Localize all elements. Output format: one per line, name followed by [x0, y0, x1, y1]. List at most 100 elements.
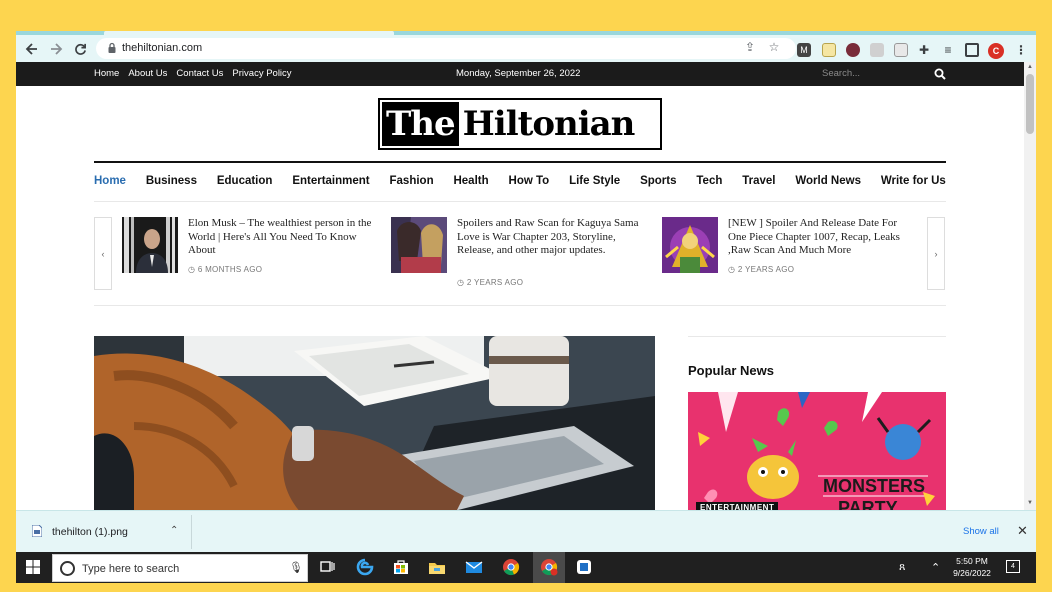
- scrollbar-thumb[interactable]: [1026, 74, 1034, 134]
- profile-avatar[interactable]: C: [988, 43, 1004, 59]
- hero-image[interactable]: [94, 336, 655, 510]
- reload-icon[interactable]: [70, 39, 90, 59]
- ticker-item[interactable]: [NEW ] Spoiler And Release Date For One …: [662, 217, 912, 292]
- extensions-puzzle-icon[interactable]: ✚: [917, 43, 931, 57]
- top-link-privacy[interactable]: Privacy Policy: [232, 68, 291, 79]
- top-link-home[interactable]: Home: [94, 68, 119, 79]
- ticker-time: ◷ 2 YEARS AGO: [457, 278, 523, 287]
- clock-time: 5:50 PM: [956, 556, 988, 566]
- ticker-prev-button[interactable]: ‹: [94, 217, 112, 290]
- popular-news-heading: Popular News: [688, 363, 774, 378]
- poster-art-text: PARTY: [838, 498, 898, 510]
- people-icon[interactable]: ጸ: [899, 561, 905, 574]
- site-top-bar: Home About Us Contact Us Privacy Policy …: [16, 62, 1024, 86]
- poster-art-text: MONSTERS: [823, 476, 925, 496]
- nav-home[interactable]: Home: [94, 175, 126, 187]
- nav-top-rule: [94, 161, 946, 163]
- nav-sports[interactable]: Sports: [640, 175, 676, 187]
- nav-business[interactable]: Business: [146, 175, 197, 187]
- url-text[interactable]: thehiltonian.com: [122, 42, 202, 54]
- cortana-circle-icon: [60, 561, 75, 576]
- ticker-item[interactable]: Elon Musk – The wealthiest person in the…: [122, 217, 372, 292]
- windows-start-icon[interactable]: [26, 560, 40, 574]
- reading-list-icon[interactable]: ≡: [941, 43, 955, 57]
- download-item[interactable]: thehilton (1).png ⌃: [24, 515, 192, 549]
- nav-bottom-rule: [94, 201, 946, 202]
- taskbar-search-placeholder[interactable]: Type here to search: [82, 563, 179, 575]
- nav-fashion[interactable]: Fashion: [390, 175, 434, 187]
- ticker-next-button[interactable]: ›: [927, 217, 945, 290]
- chevron-up-icon[interactable]: ⌃: [170, 525, 178, 536]
- page-scrollbar[interactable]: ▲ ▼: [1024, 62, 1036, 510]
- nav-write-for-us[interactable]: Write for Us: [881, 175, 946, 187]
- top-link-about[interactable]: About Us: [128, 68, 167, 79]
- nav-life-style[interactable]: Life Style: [569, 175, 620, 187]
- file-explorer-icon[interactable]: [428, 558, 446, 576]
- popular-news-image[interactable]: MONSTERS PARTY: [688, 392, 946, 510]
- nav-education[interactable]: Education: [217, 175, 273, 187]
- logo-name-text: Hiltonian: [462, 104, 636, 144]
- clock-icon: ◷: [728, 265, 736, 274]
- nav-entertainment[interactable]: Entertainment: [292, 175, 369, 187]
- browser-window: thehiltonian.com ⇪ ☆ M ✚ ≡ C ⋮ Home Abou…: [16, 31, 1036, 583]
- extension-gray-icon[interactable]: [870, 43, 884, 57]
- system-clock[interactable]: 5:50 PM 9/26/2022: [947, 555, 997, 579]
- ticker-title[interactable]: Elon Musk – The wealthiest person in the…: [188, 217, 372, 258]
- logo-the-text: The: [382, 102, 459, 146]
- search-icon[interactable]: [934, 68, 946, 80]
- edge-icon[interactable]: [356, 558, 374, 576]
- ticker-thumbnail[interactable]: [662, 217, 718, 273]
- back-arrow-icon[interactable]: [22, 39, 42, 59]
- download-file-name[interactable]: thehilton (1).png: [52, 526, 128, 538]
- browser-toolbar: thehiltonian.com ⇪ ☆ M ✚ ≡ C ⋮: [16, 35, 1036, 62]
- microsoft-store-icon[interactable]: [392, 558, 410, 576]
- ticker-thumbnail[interactable]: [391, 217, 447, 273]
- scroll-up-arrow-icon[interactable]: ▲: [1027, 64, 1033, 70]
- notification-count[interactable]: 4: [1006, 560, 1020, 573]
- clock-date: 9/26/2022: [953, 568, 991, 578]
- main-navigation: Home Business Education Entertainment Fa…: [94, 175, 946, 187]
- nav-tech[interactable]: Tech: [696, 175, 722, 187]
- ticker-item[interactable]: Spoilers and Raw Scan for Kaguya Sama Lo…: [391, 217, 641, 292]
- windows-taskbar: Type here to search 🎙 ጸ ⌃ 5:50 PM 9/26/2…: [16, 552, 1036, 583]
- current-date: Monday, September 26, 2022: [456, 68, 581, 79]
- menu-kebab-icon[interactable]: ⋮: [1014, 43, 1028, 57]
- mail-icon[interactable]: [465, 558, 483, 576]
- chevron-up-tray-icon[interactable]: ⌃: [931, 561, 940, 574]
- sidebar-rule: [688, 336, 946, 337]
- nav-travel[interactable]: Travel: [742, 175, 775, 187]
- notepad-app-icon[interactable]: [575, 558, 593, 576]
- chrome-icon[interactable]: [502, 558, 520, 576]
- nav-health[interactable]: Health: [453, 175, 488, 187]
- extension-shield-icon[interactable]: [894, 43, 908, 57]
- scroll-down-arrow-icon[interactable]: ▼: [1027, 500, 1033, 506]
- task-view-icon[interactable]: [318, 558, 336, 576]
- side-panel-icon[interactable]: [965, 43, 979, 57]
- nav-how-to[interactable]: How To: [509, 175, 550, 187]
- chevron-left-icon: ‹: [101, 248, 105, 259]
- microphone-icon[interactable]: 🎙: [289, 561, 303, 574]
- lock-icon[interactable]: [106, 42, 118, 54]
- ticker-title[interactable]: [NEW ] Spoiler And Release Date For One …: [728, 217, 912, 258]
- show-all-link[interactable]: Show all: [963, 526, 999, 537]
- site-logo[interactable]: The Hiltonian: [378, 98, 662, 150]
- extension-m-icon[interactable]: M: [797, 43, 811, 57]
- category-badge[interactable]: ENTERTAINMENT: [696, 502, 779, 510]
- top-link-contact[interactable]: Contact Us: [176, 68, 223, 79]
- extension-record-icon[interactable]: [846, 43, 860, 57]
- ticker-time: ◷ 2 YEARS AGO: [728, 265, 794, 274]
- close-icon[interactable]: ✕: [1017, 523, 1028, 539]
- chrome-profile-icon[interactable]: [540, 558, 558, 576]
- nav-world-news[interactable]: World News: [795, 175, 861, 187]
- ticker-time-text: 2 YEARS AGO: [466, 278, 524, 287]
- bookmark-star-icon[interactable]: ☆: [767, 40, 781, 54]
- address-bar[interactable]: thehiltonian.com: [96, 38, 796, 59]
- forward-arrow-icon[interactable]: [46, 39, 66, 59]
- share-icon[interactable]: ⇪: [743, 40, 757, 54]
- site-search-input[interactable]: Search...: [822, 68, 860, 79]
- extension-note-icon[interactable]: [822, 43, 836, 57]
- taskbar-search-box[interactable]: Type here to search 🎙: [52, 554, 308, 582]
- ticker-title[interactable]: Spoilers and Raw Scan for Kaguya Sama Lo…: [457, 217, 641, 258]
- page-viewport: Home About Us Contact Us Privacy Policy …: [16, 62, 1024, 510]
- ticker-thumbnail[interactable]: [122, 217, 178, 273]
